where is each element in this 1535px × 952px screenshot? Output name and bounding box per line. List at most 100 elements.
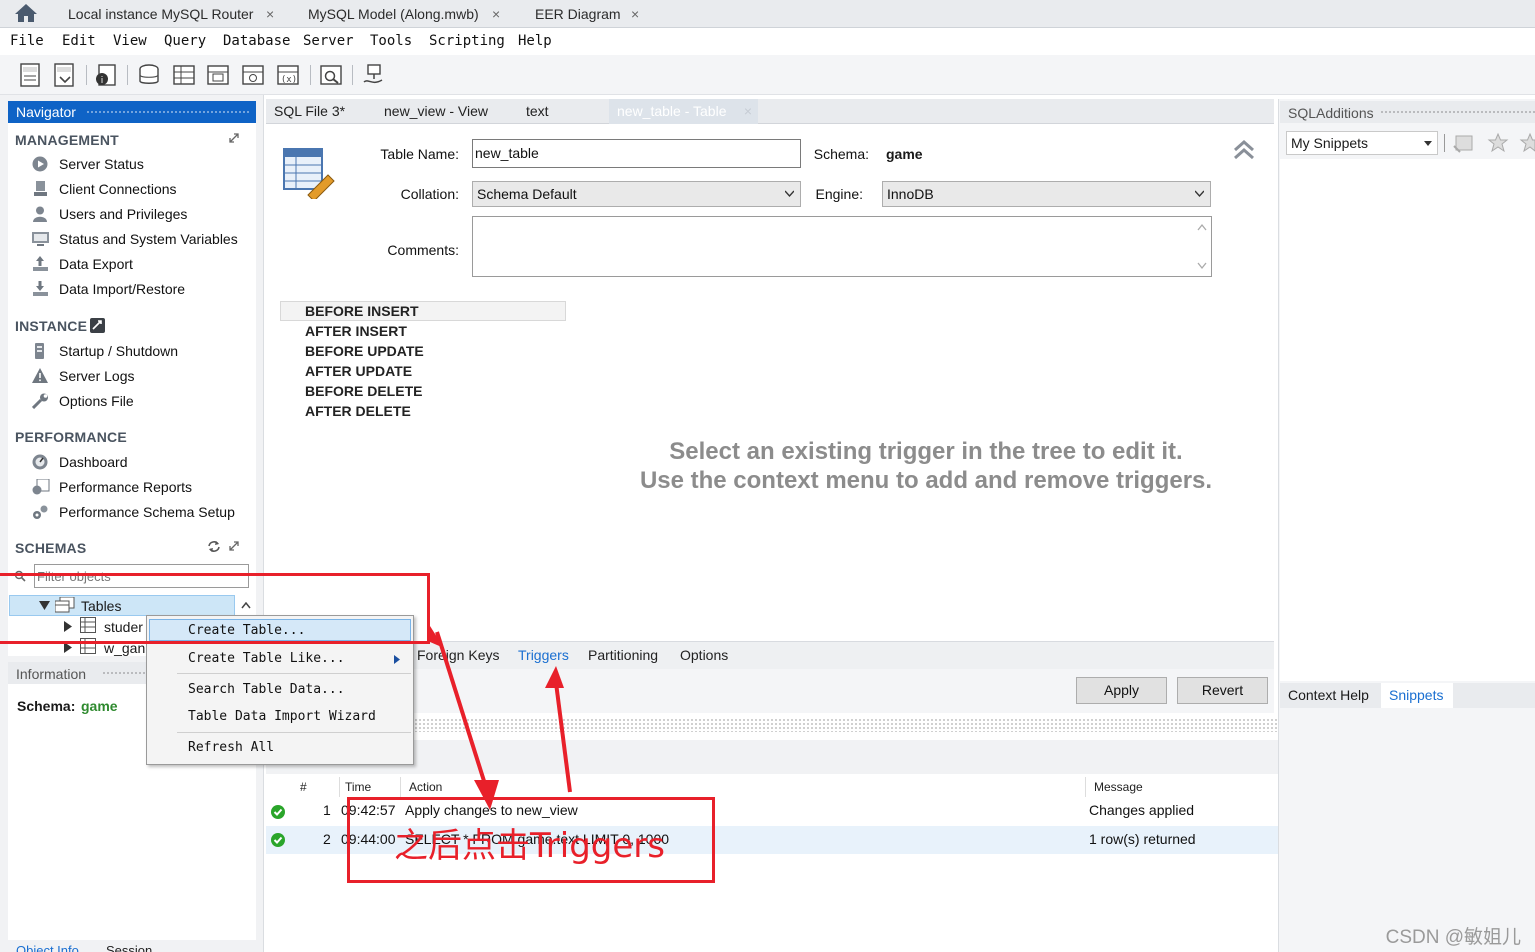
- svg-text:i: i: [101, 76, 104, 86]
- sidebar-item-users-privileges[interactable]: Users and Privileges: [32, 203, 187, 225]
- collation-value: Schema Default: [477, 186, 577, 202]
- scroll-up-icon[interactable]: [1197, 223, 1207, 231]
- menu-help[interactable]: Help: [518, 33, 552, 49]
- snippets-select[interactable]: My Snippets: [1286, 131, 1438, 155]
- tab-snippets[interactable]: Snippets: [1389, 687, 1443, 703]
- navigator-title: Navigator: [16, 104, 76, 120]
- close-icon[interactable]: ×: [631, 2, 639, 26]
- inspector-icon[interactable]: i: [93, 62, 119, 88]
- tab-sql-file[interactable]: SQL File 3*: [266, 99, 353, 124]
- comments-textarea[interactable]: [472, 216, 1212, 277]
- tab-local-instance[interactable]: Local instance MySQL Router ×: [68, 2, 274, 26]
- expand-icon[interactable]: [228, 540, 240, 552]
- create-schema-icon[interactable]: [137, 62, 163, 88]
- expand-icon[interactable]: [228, 132, 240, 144]
- sidebar-item-status-variables[interactable]: Status and System Variables: [32, 228, 238, 250]
- navigator-header: Navigator: [8, 101, 256, 123]
- create-procedure-icon[interactable]: [240, 62, 266, 88]
- sidebar-item-options-file[interactable]: Options File: [32, 390, 134, 412]
- menu-item-search-table-data[interactable]: Search Table Data...: [188, 682, 345, 697]
- refresh-icon[interactable]: [207, 540, 221, 553]
- menu-item-table-data-import[interactable]: Table Data Import Wizard: [188, 709, 376, 724]
- main-toolbar: i (x): [0, 55, 1535, 95]
- insert-snippet-icon[interactable]: [1486, 132, 1510, 154]
- menu-tools[interactable]: Tools: [370, 33, 412, 49]
- output-row-message: 1 row(s) returned: [1089, 831, 1196, 847]
- output-row-num: 1: [323, 802, 331, 818]
- tab-new-view[interactable]: new_view - View: [376, 99, 496, 124]
- menu-edit[interactable]: Edit: [62, 33, 96, 49]
- sidebar-item-data-export[interactable]: Data Export: [32, 253, 133, 275]
- info-schema-label: Schema:: [17, 698, 76, 714]
- tab-mysql-model-label: MySQL Model (Along.mwb): [308, 6, 479, 22]
- tab-eer-diagram-label: EER Diagram: [535, 6, 621, 22]
- menu-item-create-table-like[interactable]: Create Table Like...: [188, 651, 345, 666]
- data-export-icon: [33, 256, 48, 271]
- home-icon[interactable]: [14, 3, 38, 23]
- create-view-icon[interactable]: [205, 62, 231, 88]
- apply-button[interactable]: Apply: [1076, 677, 1167, 704]
- menu-file[interactable]: File: [10, 33, 44, 49]
- table-name-input[interactable]: new_table: [472, 139, 801, 168]
- search-table-data-icon[interactable]: [318, 62, 344, 88]
- menu-database[interactable]: Database: [223, 33, 290, 49]
- close-icon[interactable]: ×: [266, 2, 274, 26]
- engine-select[interactable]: InnoDB: [882, 181, 1211, 207]
- instance-section-title: INSTANCE: [15, 318, 88, 334]
- menu-item-refresh-all[interactable]: Refresh All: [188, 740, 274, 755]
- trigger-before-insert[interactable]: BEFORE INSERT: [305, 303, 419, 319]
- schemas-section-title: SCHEMAS: [15, 540, 87, 556]
- sidebar-item-startup-shutdown[interactable]: Startup / Shutdown: [32, 340, 178, 362]
- sidebar-item-label: Status and System Variables: [59, 231, 238, 247]
- open-sql-script-icon[interactable]: [52, 62, 78, 88]
- settings-icon: [33, 505, 48, 519]
- management-section-title: MANAGEMENT: [15, 132, 119, 148]
- scroll-down-icon[interactable]: [1197, 262, 1207, 270]
- tab-context-help[interactable]: Context Help: [1288, 687, 1369, 703]
- tab-object-info[interactable]: Object Info: [16, 943, 79, 952]
- create-table-icon[interactable]: [171, 62, 197, 88]
- collation-select[interactable]: Schema Default: [472, 181, 801, 207]
- tab-new-table[interactable]: new_table - Table ×: [609, 99, 758, 124]
- close-icon[interactable]: ×: [744, 99, 752, 124]
- menu-view[interactable]: View: [113, 33, 147, 49]
- subtab-options[interactable]: Options: [680, 647, 728, 663]
- sidebar-item-performance-schema-setup[interactable]: Performance Schema Setup: [32, 501, 235, 523]
- trigger-before-update[interactable]: BEFORE UPDATE: [305, 343, 424, 359]
- table-name-label: Table Name:: [380, 146, 459, 162]
- sidebar-item-server-status[interactable]: Server Status: [32, 153, 144, 175]
- annotation-arrows: [430, 626, 572, 810]
- sidebar-item-server-logs[interactable]: Server Logs: [32, 365, 134, 387]
- trigger-before-delete[interactable]: BEFORE DELETE: [305, 383, 422, 399]
- revert-button[interactable]: Revert: [1177, 677, 1268, 704]
- menu-server[interactable]: Server: [303, 33, 354, 49]
- sidebar-item-client-connections[interactable]: Client Connections: [32, 178, 177, 200]
- startup-icon: [35, 343, 44, 359]
- collation-label: Collation:: [400, 186, 459, 202]
- sidebar-item-label: Data Import/Restore: [59, 281, 186, 297]
- tab-mysql-model[interactable]: MySQL Model (Along.mwb) ×: [308, 2, 500, 26]
- menu-query[interactable]: Query: [164, 33, 206, 49]
- tab-text[interactable]: text: [518, 99, 557, 124]
- reconnect-icon[interactable]: [360, 62, 386, 88]
- sidebar-item-label: Options File: [59, 393, 134, 409]
- trigger-after-update[interactable]: AFTER UPDATE: [305, 363, 412, 379]
- dropdown-arrow-icon: [1424, 141, 1432, 146]
- collapse-up-icon[interactable]: [1232, 138, 1256, 162]
- sidebar-item-data-import[interactable]: Data Import/Restore: [32, 278, 185, 300]
- sidebar-item-performance-reports[interactable]: Performance Reports: [32, 476, 192, 498]
- copy-snippet-icon[interactable]: [1518, 132, 1535, 154]
- warning-icon: [32, 368, 48, 383]
- tab-eer-diagram[interactable]: EER Diagram ×: [535, 2, 639, 26]
- schema-label: Schema:: [813, 146, 869, 162]
- trigger-after-delete[interactable]: AFTER DELETE: [305, 403, 411, 419]
- dashboard-icon: [32, 454, 48, 470]
- menu-scripting[interactable]: Scripting: [429, 33, 505, 49]
- trigger-after-insert[interactable]: AFTER INSERT: [305, 323, 407, 339]
- replace-snippet-icon[interactable]: [1452, 132, 1476, 154]
- create-function-icon[interactable]: (x): [275, 62, 301, 88]
- tab-session[interactable]: Session: [106, 943, 152, 952]
- new-sql-tab-icon[interactable]: [18, 62, 44, 88]
- sidebar-item-dashboard[interactable]: Dashboard: [32, 451, 128, 473]
- close-icon[interactable]: ×: [492, 2, 500, 26]
